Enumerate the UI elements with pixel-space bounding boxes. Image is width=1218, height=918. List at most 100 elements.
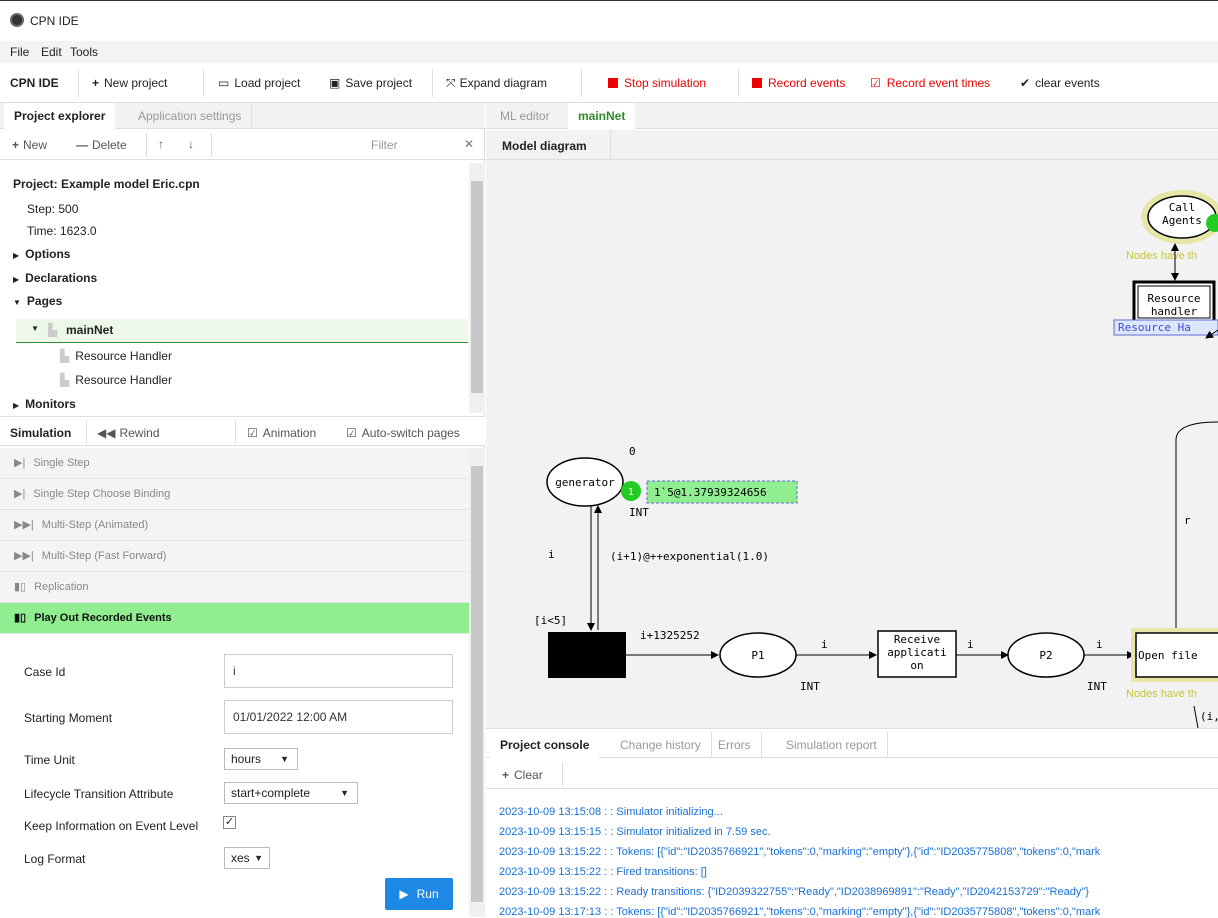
stop-icon (608, 78, 618, 88)
keep-info-checkbox[interactable]: ✓ (223, 816, 236, 829)
sim-multi-step-fast-forward[interactable]: ▶▶| Multi-Step (Fast Forward) (0, 541, 469, 572)
tree-node-resource-handler[interactable]: ▙ Resource Handler (60, 349, 172, 363)
explorer-toolbar: + New — Delete ↑ ↓ Filter ✕ (0, 130, 485, 160)
stop-simulation-button[interactable]: Stop simulation (608, 76, 706, 90)
arc-r (1172, 421, 1218, 639)
run-button[interactable]: ▶ Run (385, 878, 453, 910)
record-events-button[interactable]: Record events (752, 76, 845, 90)
starting-moment-label: Starting Moment (24, 711, 113, 725)
explorer-scrollbar[interactable] (469, 163, 485, 413)
tab-project-console[interactable]: Project console (490, 732, 600, 758)
tree-node-mainnet[interactable]: ▼ ▙ mainNet (16, 319, 468, 343)
sim-play-out-recorded-events[interactable]: ▮▯ Play Out Recorded Events (0, 603, 469, 634)
minus-icon: — (76, 138, 88, 152)
console-line: 2023-10-09 13:15:08 : : Simulator initia… (499, 806, 723, 818)
log-format-select[interactable]: xes ▼ (224, 847, 270, 869)
scrollbar-thumb[interactable] (471, 181, 483, 393)
case-id-label: Case Id (24, 665, 66, 679)
expand-diagram-button[interactable]: ⤧ Expand diagram (446, 76, 547, 91)
model-diagram-label: Model diagram (502, 139, 587, 153)
starting-moment-input[interactable]: 01/01/2022 12:00 AM (224, 700, 453, 734)
step-icon: ▶| (14, 457, 26, 469)
lifecycle-label: Lifecycle Transition Attribute (24, 787, 174, 801)
console-line: 2023-10-09 13:17:13 : : Tokens: [{"id":"… (499, 906, 1101, 918)
diagram-header: Model diagram (486, 130, 1218, 160)
clear-console-button[interactable]: + Clear (502, 768, 543, 782)
menu-file[interactable]: File (10, 45, 29, 59)
page-icon: ▙ (60, 349, 70, 363)
new-project-button[interactable]: + New project (92, 76, 167, 90)
case-id-input[interactable]: i (224, 654, 453, 688)
dropdown-arrow-icon: ▼ (340, 788, 349, 798)
delete-item-button[interactable]: — Delete (76, 138, 127, 152)
plus-icon: + (502, 768, 510, 782)
left-panel: Project explorer Application settings + N… (0, 103, 485, 917)
tree-node-resource-handler[interactable]: ▙ Resource Handler (60, 373, 172, 387)
project-time: Time: 1623.0 (27, 224, 97, 238)
sim-single-step[interactable]: ▶| Single Step (0, 448, 469, 479)
tab-application-settings[interactable]: Application settings (128, 103, 253, 129)
tab-mainnet[interactable]: mainNet (568, 103, 636, 129)
step-icon: ▶| (14, 488, 26, 500)
generator-zero-label: 0 (629, 445, 636, 458)
stop-icon (752, 78, 762, 88)
time-unit-label: Time Unit (24, 753, 75, 767)
open-file-label: Open file (1138, 649, 1198, 662)
scrollbar-thumb[interactable] (471, 466, 483, 902)
arc-i-label: i (967, 638, 974, 651)
auto-switch-checkbox[interactable]: ☑ Auto-switch pages (346, 426, 460, 440)
load-project-button[interactable]: ▭ Load project (218, 76, 300, 90)
tree-node-monitors[interactable]: ▶ Monitors (13, 397, 76, 411)
tab-ml-editor[interactable]: ML editor (490, 103, 560, 129)
p2-label: P2 (1039, 649, 1052, 662)
record-event-times-toggle[interactable]: ☑ Record event times (870, 76, 990, 90)
resource-tag-label: Resource Ha (1118, 321, 1191, 334)
tab-errors[interactable]: Errors (708, 732, 762, 758)
tab-project-explorer[interactable]: Project explorer (4, 103, 116, 129)
clear-filter-icon[interactable]: ✕ (464, 137, 474, 151)
move-up-icon[interactable]: ↑ (158, 137, 164, 151)
tree-node-options[interactable]: ▶ Options (13, 247, 70, 261)
toolbar-brand: CPN IDE (10, 76, 59, 90)
page-icon: ▙ (60, 373, 70, 387)
nodes-have-label: Nodes have th (1126, 688, 1197, 700)
clear-events-button[interactable]: ✔ clear events (1020, 76, 1100, 90)
petri-net-svg[interactable]: Call Agents Nodes have th Resource handler… (486, 160, 1218, 728)
tab-simulation-report[interactable]: Simulation report (776, 732, 888, 758)
sim-single-step-choose-binding[interactable]: ▶| Single Step Choose Binding (0, 479, 469, 510)
tab-simulation[interactable]: Simulation (10, 426, 71, 440)
sim-multi-step-animated[interactable]: ▶▶| Multi-Step (Animated) (0, 510, 469, 541)
save-icon: ▣ (329, 76, 341, 90)
generator-label: generator (555, 476, 615, 489)
menu-edit[interactable]: Edit (41, 45, 62, 59)
app-logo-icon (10, 13, 24, 27)
arc-i-label: i (821, 638, 828, 651)
caret-right-icon: ▶ (13, 275, 20, 284)
simulation-toolbar: Simulation ◀◀ Rewind ☑ Animation ☑ Auto-swi… (0, 416, 485, 446)
lifecycle-select[interactable]: start+complete ▼ (224, 782, 358, 804)
diagram-canvas[interactable]: Call Agents Nodes have th Resource handler… (486, 160, 1218, 728)
console-panel: Project console Change history Errors Si… (486, 728, 1218, 918)
tree-node-declarations[interactable]: ▶ Declarations (13, 271, 97, 285)
p2-type-label: INT (1087, 680, 1107, 693)
menu-bar: File Edit Tools (0, 41, 1218, 63)
simulation-scrollbar[interactable] (469, 448, 485, 917)
rewind-button[interactable]: ◀◀ Rewind (97, 426, 160, 440)
arc (1193, 705, 1199, 728)
arc-i-label: i (1096, 638, 1103, 651)
new-item-button[interactable]: + New (12, 138, 47, 152)
filter-input[interactable]: Filter (371, 138, 398, 152)
transition-generate[interactable] (548, 632, 626, 678)
sim-replication[interactable]: ▮▯ Replication (0, 572, 469, 603)
double-check-icon: ✔ (1020, 76, 1031, 90)
tab-change-history[interactable]: Change history (610, 732, 712, 758)
checkbox-checked-icon: ☑ (870, 76, 881, 90)
animation-checkbox[interactable]: ☑ Animation (247, 426, 316, 440)
tree-node-pages[interactable]: ▼ Pages (13, 294, 62, 308)
move-down-icon[interactable]: ↓ (188, 137, 194, 151)
save-project-button[interactable]: ▣ Save project (329, 76, 412, 90)
checkbox-checked-icon: ☑ (346, 426, 357, 440)
console-tab-bar: Project console Change history Errors Si… (486, 732, 1218, 758)
time-unit-select[interactable]: hours ▼ (224, 748, 298, 770)
menu-tools[interactable]: Tools (70, 45, 98, 59)
